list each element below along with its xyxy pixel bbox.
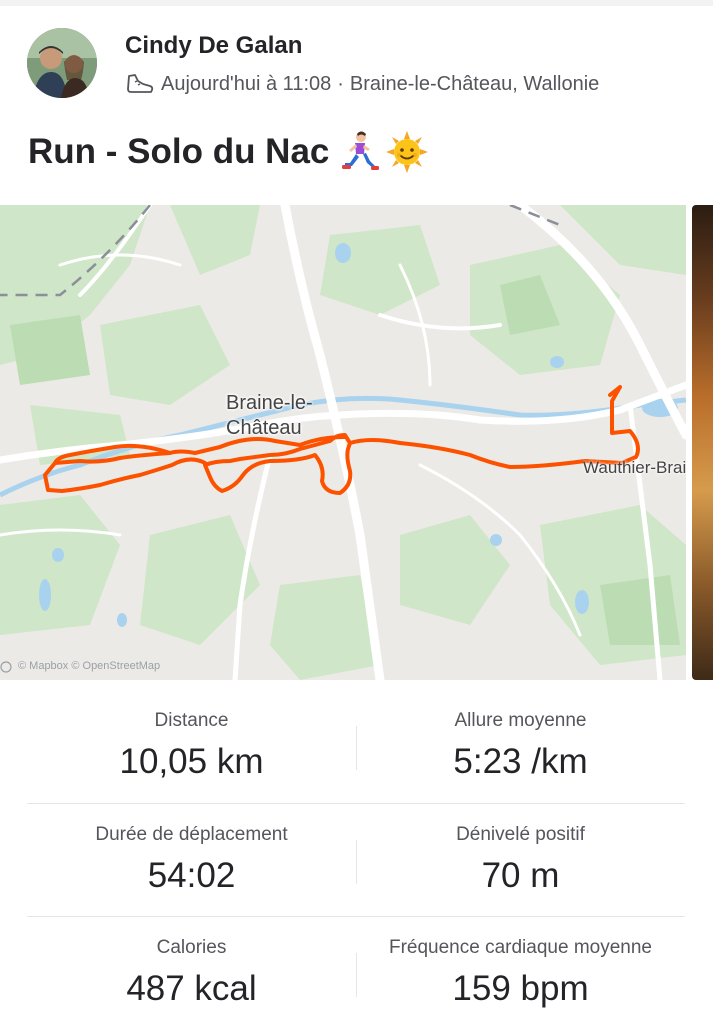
woman-running-emoji: [337, 130, 381, 174]
stat-distance: Distance 10,05 km: [27, 690, 356, 802]
activity-date: Aujourd'hui à 11:08: [161, 72, 332, 95]
stat-average-heart-rate: Fréquence cardiaque moyenne 159 bpm: [356, 917, 685, 1029]
stat-average-pace: Allure moyenne 5:23 /km: [356, 690, 685, 802]
map-town-label-line2: Château: [226, 417, 302, 439]
activity-photo-thumbnail[interactable]: [692, 205, 713, 680]
map-town-label-line1: Braine-le-: [226, 392, 313, 414]
stat-value: 159 bpm: [452, 969, 589, 1008]
map-town-label: Braine-le- Château: [226, 391, 313, 441]
stat-label: Fréquence cardiaque moyenne: [388, 937, 652, 958]
stats-row: Distance 10,05 km Allure moyenne 5:23 /k…: [27, 690, 685, 802]
shoe-icon: [125, 72, 155, 96]
stats-row: Durée de déplacement 54:02 Dénivelé posi…: [27, 803, 685, 915]
stat-label: Dénivelé positif: [456, 824, 585, 845]
stat-moving-time: Durée de déplacement 54:02: [27, 804, 356, 916]
stat-value: 54:02: [147, 856, 236, 895]
stat-value: 5:23 /km: [453, 742, 588, 781]
stat-calories: Calories 487 kcal: [27, 917, 356, 1029]
activity-title[interactable]: Run - Solo du Nac: [28, 132, 329, 172]
stat-elevation-gain: Dénivelé positif 70 m: [356, 804, 685, 916]
athlete-name[interactable]: Cindy De Galan: [125, 32, 302, 60]
sun-with-face-emoji: [385, 130, 429, 174]
activity-header: Cindy De Galan Aujourd'hui à 11:08 · Bra…: [0, 20, 713, 110]
stat-value: 70 m: [481, 856, 560, 895]
stat-label: Durée de déplacement: [95, 824, 288, 845]
route-map[interactable]: Braine-le- Château Wauthier-Braine © Map…: [0, 205, 686, 680]
map-attribution[interactable]: © Mapbox © OpenStreetMap: [18, 660, 160, 672]
activity-title-row[interactable]: Run - Solo du Nac: [28, 130, 429, 174]
stats-row: Calories 487 kcal Fréquence cardiaque mo…: [27, 916, 685, 1028]
activity-meta: Aujourd'hui à 11:08 · Braine-le-Château,…: [125, 70, 599, 98]
top-divider: [0, 0, 713, 6]
meta-separator: ·: [337, 72, 344, 95]
stat-value: 10,05 km: [119, 742, 264, 781]
stat-value: 487 kcal: [126, 969, 257, 1008]
stat-label: Distance: [154, 710, 229, 731]
activity-media[interactable]: Braine-le- Château Wauthier-Braine © Map…: [0, 205, 713, 680]
stat-label: Calories: [156, 937, 227, 958]
map-village-label: Wauthier-Braine: [583, 458, 686, 477]
stat-label: Allure moyenne: [454, 710, 587, 731]
activity-location: Braine-le-Château, Wallonie: [349, 72, 600, 95]
avatar[interactable]: [27, 28, 97, 98]
